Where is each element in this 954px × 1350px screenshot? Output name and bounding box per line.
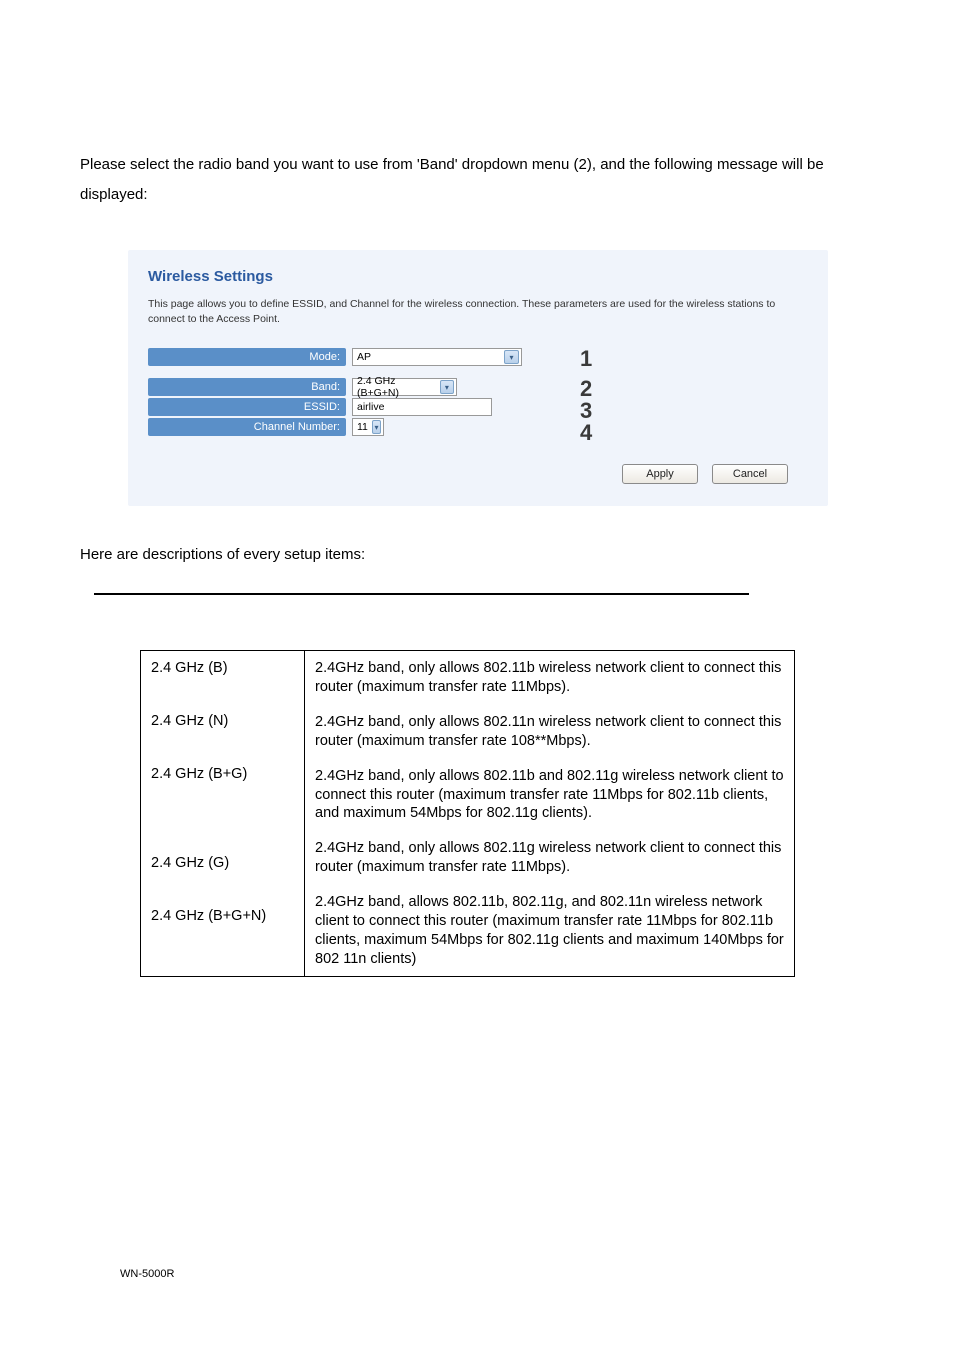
channel-value: 11 (357, 421, 368, 433)
channel-row: Channel Number: 11 ▾ (148, 418, 808, 436)
mode-row: Mode: AP ▾ (148, 348, 808, 366)
channel-select[interactable]: 11 ▾ (352, 418, 384, 436)
band-row: Band: 2.4 GHz (B+G+N) ▾ (148, 378, 808, 396)
intro-paragraph: Please select the radio band you want to… (80, 0, 874, 210)
band-desc-n: 2.4GHz band, only allows 802.11n wireles… (315, 713, 784, 751)
wireless-settings-panel: Wireless Settings This page allows you t… (128, 250, 828, 506)
mode-label: Mode: (148, 348, 346, 366)
band-label: Band: (148, 378, 346, 396)
band-description-table: 2.4 GHz (B) 2.4 GHz (N) 2.4 GHz (B+G) 2.… (140, 650, 795, 977)
marker-1: 1 (580, 346, 592, 372)
form-rows: Mode: AP ▾ Band: 2.4 GHz (B+G+N) ▾ ESSID… (148, 348, 808, 436)
marker-4: 4 (580, 420, 592, 446)
panel-title: Wireless Settings (148, 268, 808, 285)
band-select[interactable]: 2.4 GHz (B+G+N) ▾ (352, 378, 457, 396)
essid-row: ESSID: airlive (148, 398, 808, 416)
divider (94, 593, 749, 595)
band-desc-g: 2.4GHz band, only allows 802.11g wireles… (315, 839, 784, 877)
cancel-button[interactable]: Cancel (712, 464, 788, 484)
button-bar: Apply Cancel (148, 464, 808, 484)
essid-label: ESSID: (148, 398, 346, 416)
mode-value: AP (357, 351, 371, 363)
essid-input[interactable]: airlive (352, 398, 492, 416)
apply-button[interactable]: Apply (622, 464, 698, 484)
mode-select[interactable]: AP ▾ (352, 348, 522, 366)
band-desc-bg: 2.4GHz band, only allows 802.11b and 802… (315, 767, 784, 824)
channel-label: Channel Number: (148, 418, 346, 436)
footer-model: WN-5000R (120, 1268, 174, 1280)
descriptions-heading: Here are descriptions of every setup ite… (80, 546, 874, 563)
chevron-down-icon: ▾ (440, 380, 454, 394)
band-option-bg: 2.4 GHz (B+G) (151, 765, 294, 784)
band-option-b: 2.4 GHz (B) (151, 659, 294, 678)
essid-value: airlive (357, 401, 384, 413)
band-desc-bgn: 2.4GHz band, allows 802.11b, 802.11g, an… (315, 893, 784, 968)
band-value: 2.4 GHz (B+G+N) (357, 375, 436, 399)
chevron-down-icon: ▾ (504, 350, 519, 364)
band-option-bgn: 2.4 GHz (B+G+N) (151, 907, 294, 926)
band-desc-b: 2.4GHz band, only allows 802.11b wireles… (315, 659, 784, 697)
panel-description: This page allows you to define ESSID, an… (148, 297, 808, 326)
band-option-g: 2.4 GHz (G) (151, 854, 294, 873)
band-option-n: 2.4 GHz (N) (151, 712, 294, 731)
chevron-down-icon: ▾ (372, 420, 381, 434)
